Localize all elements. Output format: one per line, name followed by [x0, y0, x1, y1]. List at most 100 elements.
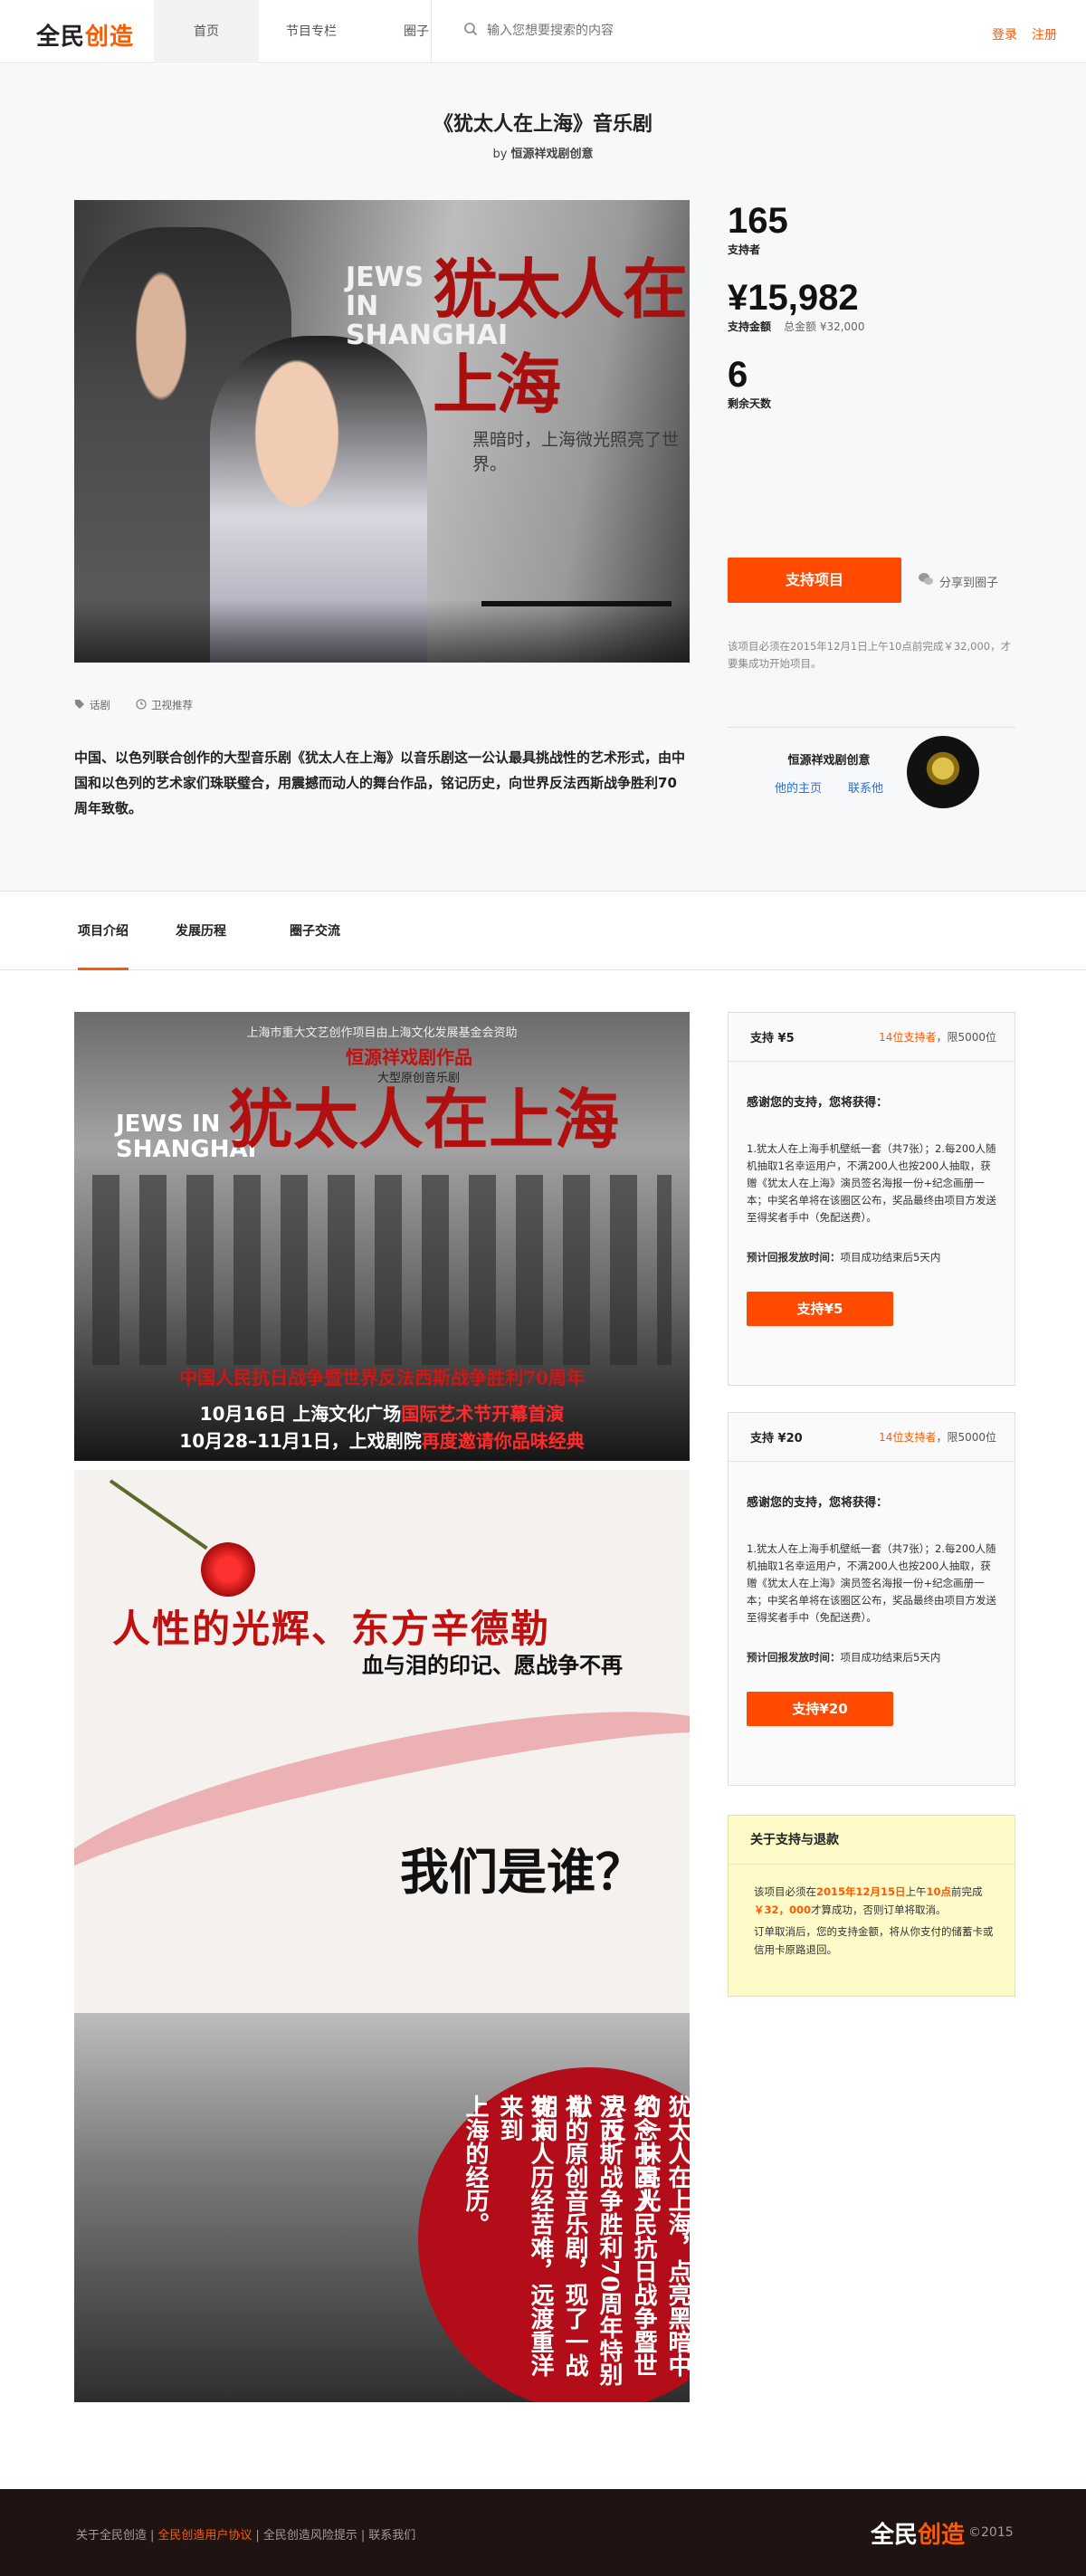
refund-text: 上午: [905, 1885, 927, 1898]
auth-links: 登录 注册: [977, 25, 1057, 43]
funding-notice: 该项目必须在2015年12月1日上午10点前完成￥32,000，才要集成功开始项…: [728, 640, 1012, 670]
tag-drama[interactable]: 话剧: [74, 698, 110, 712]
support-20-button[interactable]: 支持¥20: [747, 1692, 893, 1726]
search-icon[interactable]: [463, 22, 478, 40]
funded-label: 支持金额 总金额 ¥32,000: [728, 319, 1017, 334]
project-cover-image: JEWS IN SHANGHAI 犹太人在上海 黑暗时，上海微光照亮了世界。: [74, 200, 690, 663]
reward-amount: 支持 ¥5: [750, 1032, 795, 1045]
site-logo[interactable]: 全民创造: [36, 18, 134, 52]
footer-links: 关于全民创造 | 全民创造用户协议 | 全民创造风险提示 | 联系我们: [76, 2529, 416, 2543]
support-project-button[interactable]: 支持项目: [728, 558, 901, 603]
tab-circle-discussion[interactable]: 圈子交流: [290, 892, 340, 970]
reward-detail: 1.犹太人在上海手机壁纸一套（共7张）；2.每200人随机抽取1名幸运用户，不满…: [747, 1142, 996, 1224]
clock-icon: [136, 698, 147, 712]
reward-supporters: 14位支持者: [879, 1031, 937, 1044]
reward-supporters: 14位支持者: [879, 1431, 937, 1444]
reward-limit: ，限5000位: [936, 1431, 996, 1444]
creator-name[interactable]: 恒源祥戏剧创意: [775, 750, 883, 768]
poster-cast: [92, 1175, 672, 1365]
poster-image-1: 上海市重大文艺创作项目由上海文化发展基金会资助 恒源祥戏剧作品 大型原创音乐剧 …: [74, 1012, 690, 1461]
refund-info-box: 关于支持与退款 该项目必须在2015年12月15日上午10点前完成 ￥32，000…: [728, 1815, 1015, 1997]
poster-subline: 血与泪的印记、愿战争不再: [362, 1652, 623, 1678]
tag-label: 卫视推荐: [151, 699, 193, 711]
poster-anniversary: 中国人民抗日战争暨世界反法西斯战争胜利70周年: [179, 1367, 585, 1388]
poster-date-1-text: 10月16日 上海文化广场: [199, 1403, 402, 1425]
byline-creator[interactable]: 恒源祥戏剧创意: [511, 148, 594, 161]
contact-creator-link[interactable]: 联系他: [848, 778, 883, 796]
footer-logo-part-2: 创造: [918, 2522, 966, 2549]
refund-return-note: 订单取消后，您的支持金额，将从你支付的储蓄卡或信用卡原路退回。: [754, 1925, 994, 1956]
reward-thanks: 感谢您的支持，您将获得：: [747, 1096, 889, 1110]
days-left-label: 剩余天数: [728, 397, 772, 410]
footer-about-link[interactable]: 关于全民创造: [76, 2529, 147, 2543]
refund-date: 2015年12月15日: [816, 1885, 906, 1898]
stats-divider: [728, 727, 1015, 728]
content-tabs: 项目介绍 发展历程 圈子交流: [0, 892, 1086, 970]
poster-chinese-title: 犹太人在上海: [228, 1081, 620, 1158]
poster-ribbon: [74, 1669, 690, 1959]
logo-part-1: 全民: [36, 24, 86, 51]
refund-text: 才算成功，否则订单将取消。: [811, 1903, 947, 1916]
avatar[interactable]: [907, 736, 979, 808]
delivery-value: 项目成功结束后5天内: [840, 1651, 941, 1664]
footer-copyright: ©2015: [968, 2525, 1014, 2540]
chat-bubbles-icon: [918, 572, 934, 590]
rose-stem: [109, 1479, 208, 1550]
poster-image-2: 人性的光辉、东方辛德勒 血与泪的印记、愿战争不再 我们是谁？ 犹太人在上海，点亮…: [74, 1470, 690, 2402]
footer-agreement-link[interactable]: 全民创造用户协议: [157, 2529, 252, 2543]
amount-label: 支持金额: [728, 320, 772, 333]
login-link[interactable]: 登录: [992, 28, 1017, 43]
nav-columns[interactable]: 节目专栏: [259, 0, 364, 63]
tab-history[interactable]: 发展历程: [176, 892, 226, 970]
poster-sponsor-text: 上海市重大文艺创作项目由上海文化发展基金会资助: [246, 1026, 518, 1040]
cover-chinese-title: 犹太人在上海: [433, 251, 688, 423]
reward-delivery: 预计回报发放时间：项目成功结束后5天内: [747, 1650, 996, 1665]
tag-label: 话剧: [90, 699, 110, 711]
search-box: [463, 22, 758, 40]
nav-circles[interactable]: 圈子: [364, 0, 469, 63]
reward-card-20: 支持 ¥20 14位支持者，限5000位 感谢您的支持，您将获得： 1.犹太人在…: [728, 1412, 1015, 1786]
cover-bridge: [481, 601, 672, 637]
share-to-circle[interactable]: 分享到圈子: [918, 572, 998, 590]
footer-contact-link[interactable]: 联系我们: [368, 2529, 415, 2543]
delivery-label: 预计回报发放时间：: [747, 1251, 841, 1264]
footer-risk-link[interactable]: 全民创造风险提示: [263, 2529, 357, 2543]
reward-limit: ，限5000位: [936, 1031, 996, 1044]
creator-links: 他的主页 联系他: [775, 778, 883, 796]
goal-label: 总金额 ¥32,000: [784, 320, 865, 333]
page-title: 《犹太人在上海》音乐剧: [433, 113, 653, 136]
footer-logo[interactable]: 全民创造: [871, 2516, 965, 2550]
rose-icon: [201, 1542, 255, 1597]
register-link[interactable]: 注册: [1032, 28, 1057, 43]
reward-meta: 14位支持者，限5000位: [879, 1029, 996, 1045]
search-input[interactable]: [487, 24, 758, 38]
refund-deadline: 该项目必须在2015年12月15日上午10点前完成 ￥32，000才算成功，否则订…: [754, 1883, 996, 1919]
tag-tv-recommend[interactable]: 卫视推荐: [136, 698, 193, 712]
supporters-label: 支持者: [728, 243, 761, 256]
funding-stats: 165 支持者 ¥15,982 支持金额 总金额 ¥32,000 6 剩余天数 支…: [728, 200, 1017, 728]
reward-amount: 支持 ¥20: [750, 1432, 803, 1445]
reward-card-header: 支持 ¥5 14位支持者，限5000位: [729, 1013, 1015, 1062]
supporters-count: 165: [728, 201, 788, 241]
reward-thanks: 感谢您的支持，您将获得：: [747, 1496, 889, 1510]
tag-icon: [74, 699, 85, 712]
funded-amount: ¥15,982: [728, 278, 859, 318]
by-prefix: by: [492, 148, 508, 161]
poster-date-1-highlight: 国际艺术节开幕首演: [401, 1403, 565, 1425]
nav-home[interactable]: 首页: [154, 0, 259, 63]
cover-slogan: 黑暗时，上海微光照亮了世界。: [472, 430, 680, 474]
refund-amount: ￥32，000: [754, 1903, 812, 1916]
poster-english-title: JEWS IN SHANGHAI: [116, 1111, 257, 1163]
creator-home-link[interactable]: 他的主页: [775, 778, 822, 796]
tab-project-intro[interactable]: 项目介绍: [78, 892, 129, 970]
support-5-button[interactable]: 支持¥5: [747, 1292, 893, 1326]
nav-divider: [431, 0, 432, 63]
main-nav: 首页 节目专栏 圈子: [154, 0, 469, 63]
project-hero: 《犹太人在上海》音乐剧 by 恒源祥戏剧创意 JEWS IN SHANGHAI …: [0, 64, 1086, 892]
poster-vertical-text: 犹太人历经苦难，远渡重洋来到: [496, 2094, 554, 2377]
poster-who-are-we: 我们是谁？: [400, 1843, 644, 1901]
reward-card-body: 感谢您的支持，您将获得： 1.犹太人在上海手机壁纸一套（共7张）；2.每200人…: [729, 1062, 1015, 1326]
site-footer: 关于全民创造 | 全民创造用户协议 | 全民创造风险提示 | 联系我们 全民创造 ©2015: [0, 2489, 1086, 2576]
creator-card: 恒源祥戏剧创意 他的主页 联系他: [775, 750, 883, 796]
logo-part-2: 创造: [85, 24, 135, 51]
